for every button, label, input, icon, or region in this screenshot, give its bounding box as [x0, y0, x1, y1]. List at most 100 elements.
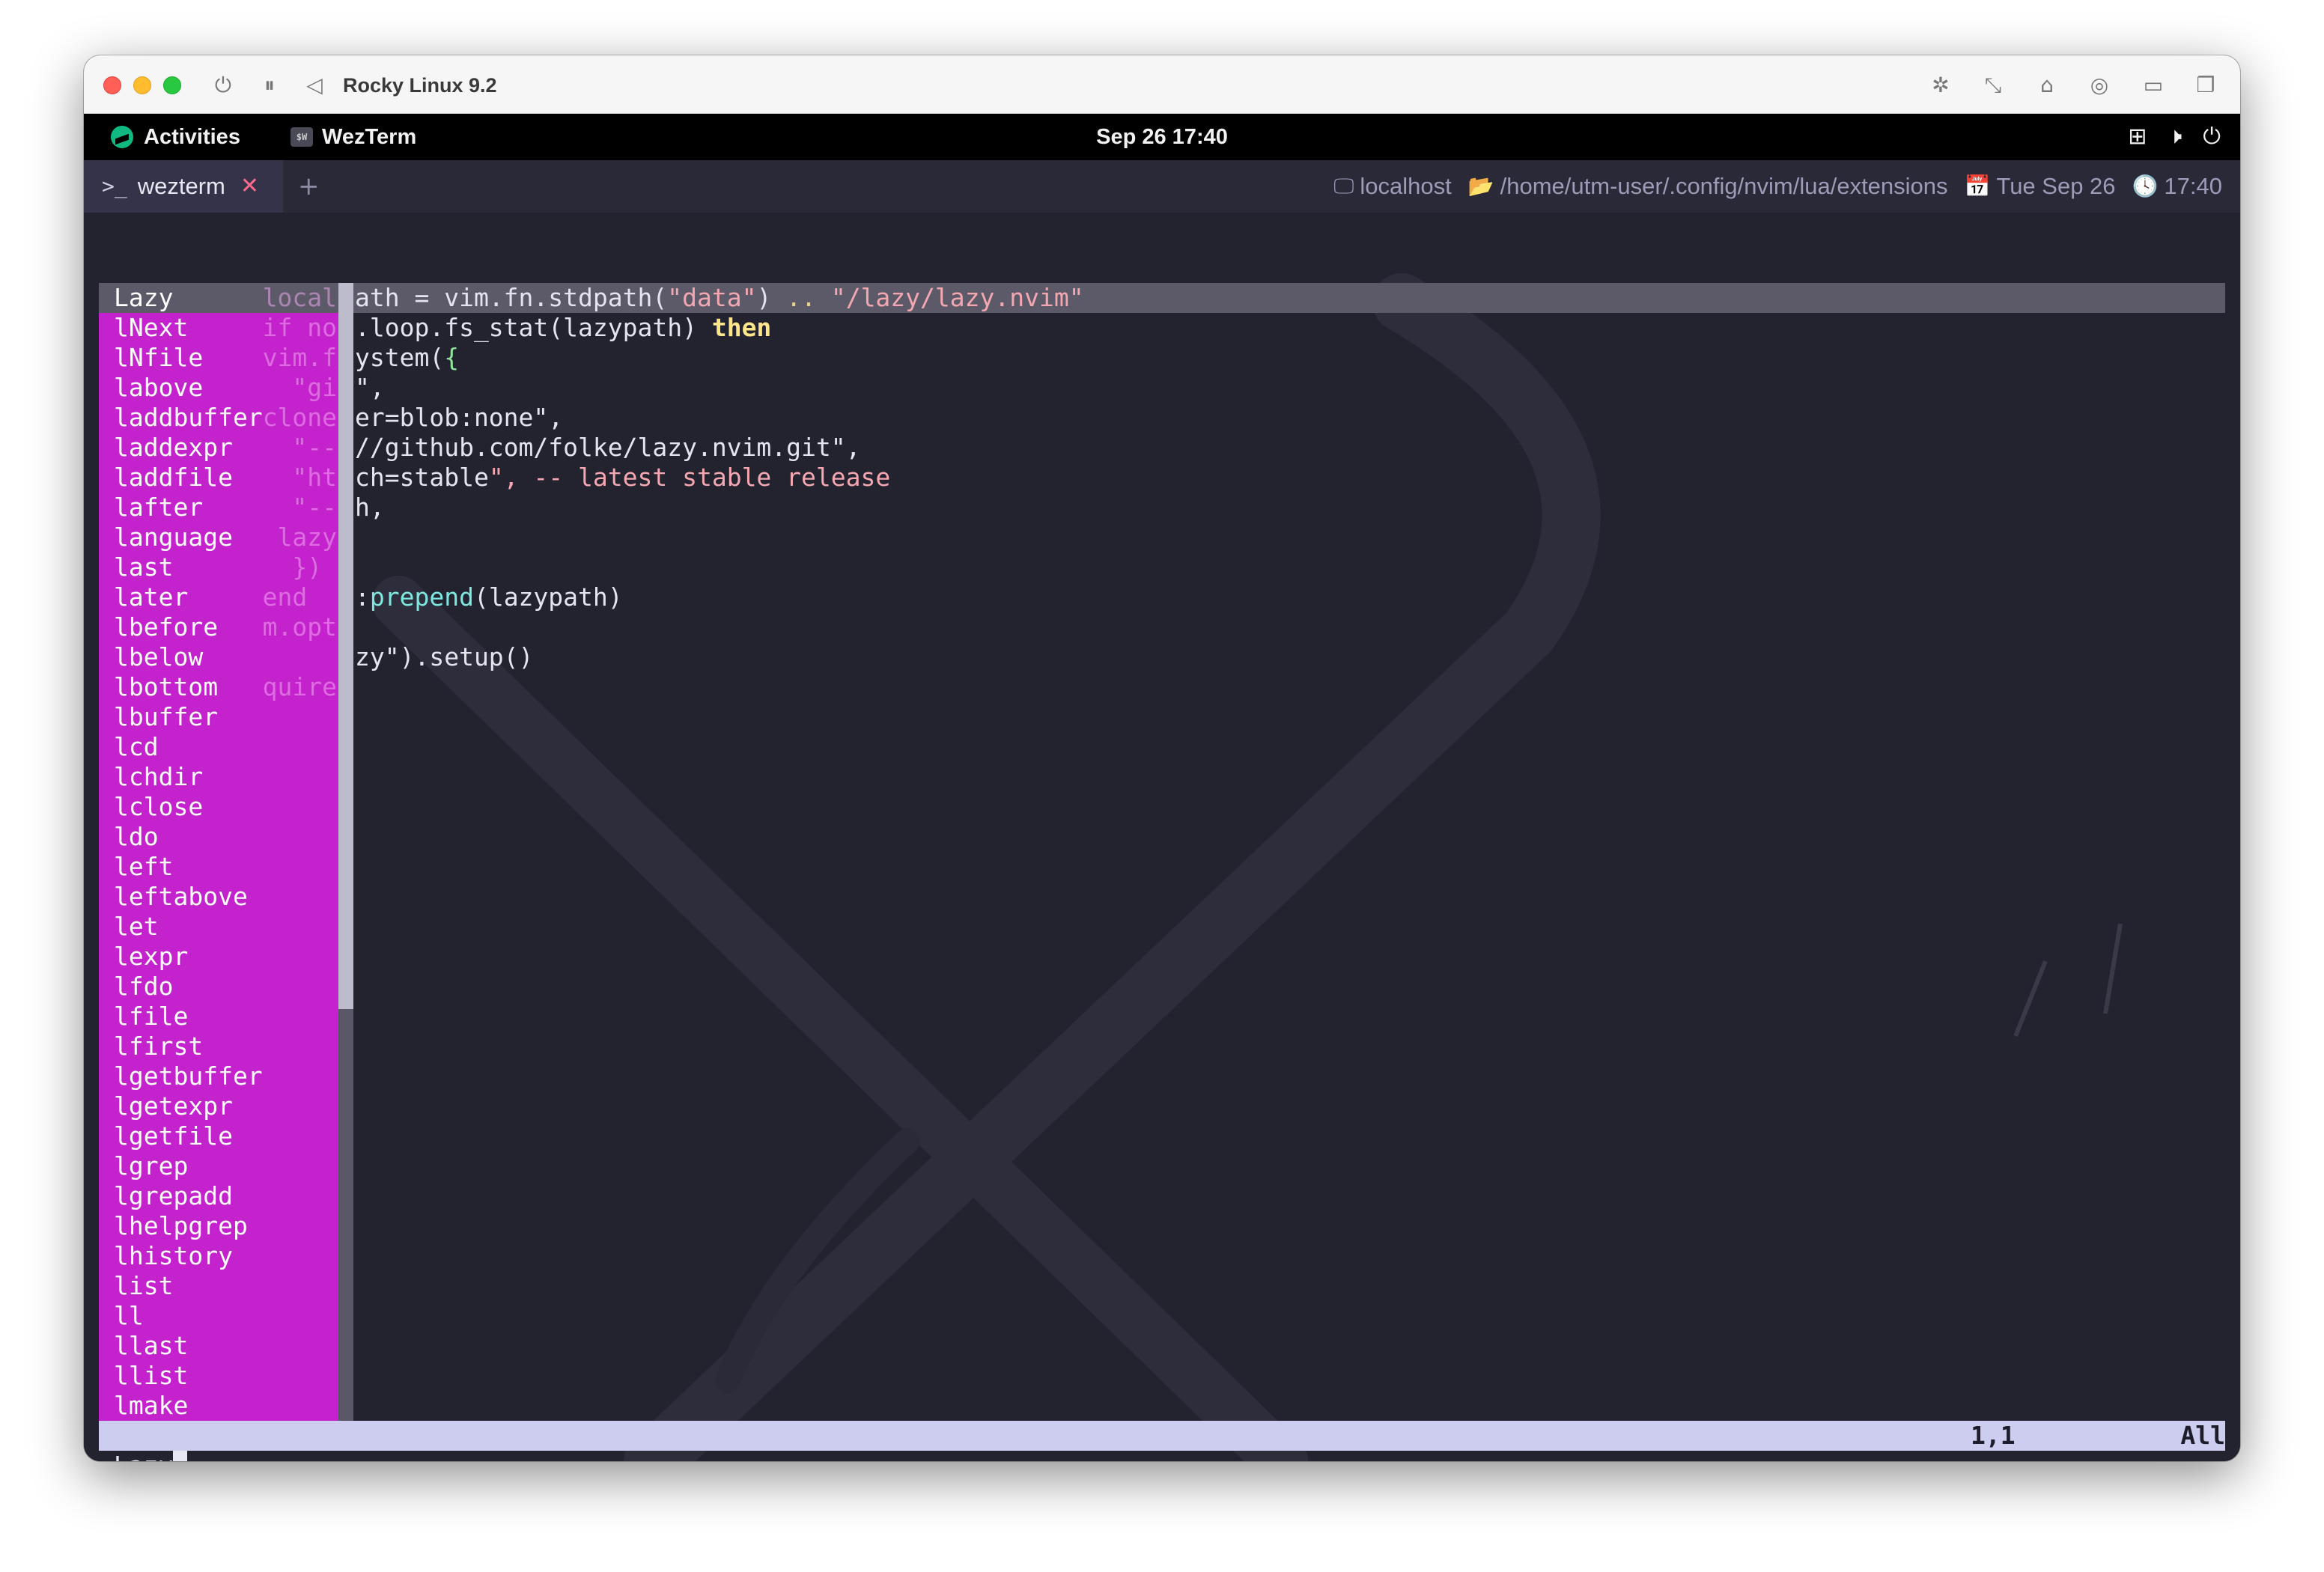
completion-popup-menu[interactable]: Lazy local lazylNext if not vimlNfile vi…	[99, 283, 353, 1451]
completion-item[interactable]: last })	[99, 552, 338, 582]
completion-item[interactable]: labove "git",	[99, 373, 338, 403]
completion-item[interactable]: lhistory	[99, 1241, 338, 1271]
completion-item[interactable]: lcd	[99, 732, 338, 762]
completion-item[interactable]: lexpr	[99, 942, 338, 972]
shared-folder-icon[interactable]: ▭	[2140, 72, 2167, 99]
completion-item[interactable]: ll	[99, 1301, 338, 1331]
completion-label: lgetbuffer	[114, 1061, 263, 1091]
completion-item[interactable]: llast	[99, 1331, 338, 1361]
back-icon[interactable]: ◁	[301, 72, 328, 99]
completion-label: lNext	[114, 313, 189, 342]
completion-item[interactable]: laddfile "https:	[99, 463, 338, 493]
completion-item[interactable]: left	[99, 852, 338, 882]
close-tab-icon[interactable]: ✕	[240, 160, 259, 213]
code-line: ",	[355, 373, 385, 402]
text-cursor	[173, 1451, 188, 1461]
completion-item[interactable]: lfirst	[99, 1032, 338, 1061]
completion-item[interactable]: let	[99, 912, 338, 942]
completion-item[interactable]: laddexpr "--fil	[99, 433, 338, 463]
completion-label: last	[114, 552, 174, 582]
power-menu-icon: ⏻	[2203, 124, 2221, 150]
code-line: h,	[355, 493, 385, 522]
completion-item[interactable]: lbefore m.opt.rt	[99, 612, 338, 642]
close-window-button[interactable]	[103, 76, 121, 94]
completion-item[interactable]: leftabove	[99, 882, 338, 912]
completion-item[interactable]: lhelpgrep	[99, 1211, 338, 1241]
utm-vm-window: ⏻ ⏸ ◁ Rocky Linux 9.2 ✲ ⤡ ⌂ ◎ ▭ ❐ Activi…	[84, 55, 2240, 1461]
completion-item[interactable]: llist	[99, 1361, 338, 1391]
completion-item[interactable]: later end	[99, 582, 338, 612]
completion-item[interactable]: lafter "--bra	[99, 493, 338, 523]
completion-label: lcd	[114, 732, 159, 761]
clock[interactable]: Sep 26 17:40	[84, 114, 2240, 160]
gnome-top-bar: Activities $W WezTerm Sep 26 17:40 ⊞ 🕨 ⏻	[84, 114, 2240, 160]
system-menu[interactable]: ⊞ 🕨 ⏻	[2128, 114, 2221, 160]
volume-icon: 🕨	[2168, 124, 2182, 150]
completion-item[interactable]: lbelow	[99, 642, 338, 672]
underlying-text: vim.fn.s	[262, 343, 338, 372]
completion-item[interactable]: lgetbuffer	[99, 1061, 338, 1091]
capture-input-icon[interactable]: ✲	[1927, 72, 1954, 99]
underlying-text: "https:	[292, 463, 338, 492]
completion-label: lafter	[114, 493, 204, 522]
completion-label: lbottom	[114, 672, 219, 701]
completion-item[interactable]: lfile	[99, 1002, 338, 1032]
completion-label: laddfile	[114, 463, 233, 492]
resize-icon[interactable]: ⤡	[1980, 72, 2007, 99]
tab-wezterm[interactable]: >_ wezterm ✕	[84, 160, 283, 213]
completion-label: lgetexpr	[114, 1091, 233, 1121]
code-line: //github.com/folke/lazy.nvim.git",	[355, 433, 861, 462]
completion-label: lfdo	[114, 972, 174, 1001]
popup-scrollbar-thumb[interactable]	[338, 283, 353, 1009]
completion-item[interactable]: lchdir	[99, 762, 338, 792]
new-tab-button[interactable]: +	[298, 160, 320, 213]
completion-label: lgrep	[114, 1151, 189, 1180]
minimize-window-button[interactable]	[133, 76, 151, 94]
command-line[interactable]: :Lazy	[99, 1451, 188, 1461]
completion-item[interactable]: lmake	[99, 1391, 338, 1421]
drive-icon[interactable]: ◎	[2086, 72, 2113, 99]
vm-title: Rocky Linux 9.2	[343, 74, 497, 97]
completion-item[interactable]: lNfile vim.fn.s	[99, 343, 338, 373]
code-line: zy").setup()	[355, 642, 534, 671]
completion-item[interactable]: laddbufferclone	[99, 403, 338, 433]
code-line: er=blob:none",	[355, 403, 564, 432]
completion-item[interactable]: lbuffer	[99, 702, 338, 732]
usb-icon[interactable]: ⌂	[2034, 72, 2060, 99]
utm-titlebar: ⏻ ⏸ ◁ Rocky Linux 9.2 ✲ ⤡ ⌂ ◎ ▭ ❐	[84, 55, 2240, 114]
completion-item[interactable]: lgetfile	[99, 1121, 338, 1151]
completion-item[interactable]: lgetexpr	[99, 1091, 338, 1121]
completion-item[interactable]: ldo	[99, 822, 338, 852]
zoom-window-button[interactable]	[163, 76, 181, 94]
completion-item[interactable]: lgrepadd	[99, 1181, 338, 1211]
wezterm-tab-bar: >_ wezterm ✕ + 🖵 localhost 📂 /home/utm-u…	[84, 160, 2240, 213]
code-line: .loop.fs_stat(lazypath) then	[355, 313, 772, 342]
cursor-position: 1,1	[1971, 1421, 2016, 1450]
completion-label: let	[114, 912, 159, 941]
host-status: 🖵 localhost	[1333, 160, 1451, 213]
completion-item[interactable]: Lazy local lazy	[99, 283, 338, 313]
completion-label: later	[114, 582, 189, 612]
pause-icon[interactable]: ⏸	[256, 72, 283, 99]
completion-label: lhistory	[114, 1241, 233, 1270]
windows-icon[interactable]: ❐	[2192, 72, 2219, 99]
power-icon[interactable]: ⏻	[210, 72, 237, 99]
underlying-text: lazypat	[277, 523, 338, 552]
completion-item[interactable]: lclose	[99, 792, 338, 822]
time-status: 🕓 17:40	[2132, 160, 2222, 213]
completion-item[interactable]: lfdo	[99, 972, 338, 1002]
completion-item[interactable]: language lazypat	[99, 523, 338, 552]
completion-item[interactable]: lgrep	[99, 1151, 338, 1181]
completion-label: leftabove	[114, 882, 248, 911]
completion-item[interactable]: lbottom quire("la	[99, 672, 338, 702]
terminal-area[interactable]: ath = vim.fn.stdpath("data") .. "/lazy/l…	[84, 213, 2240, 1461]
wallpaper-graphic	[372, 273, 2123, 1461]
time-label: 17:40	[2164, 173, 2222, 199]
completion-item[interactable]: lNext if not vim	[99, 313, 338, 343]
completion-label: lbefore	[114, 612, 219, 642]
completion-label: lhelpgrep	[114, 1211, 248, 1240]
completion-item[interactable]: list	[99, 1271, 338, 1301]
code-line: ch=stable", -- latest stable release	[355, 463, 891, 492]
completion-label: list	[114, 1271, 174, 1300]
terminal-prompt-icon: >_	[102, 174, 127, 198]
